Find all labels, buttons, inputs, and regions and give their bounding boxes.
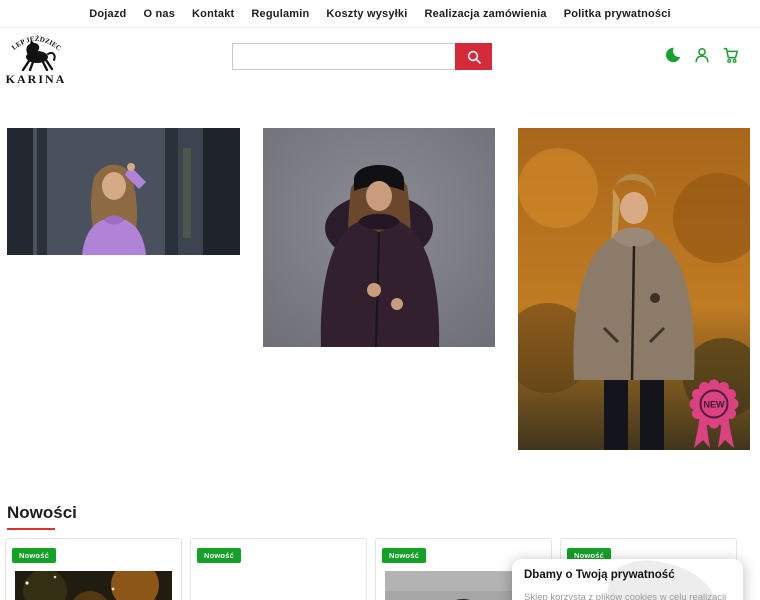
nav-item-koszty-wysylki[interactable]: Koszty wysyłki xyxy=(326,8,407,20)
svg-text:NEW: NEW xyxy=(704,400,726,410)
cookie-notice: Dbamy o Twoją prywatność Sklep korzysta … xyxy=(512,559,743,600)
cart-icon[interactable] xyxy=(722,46,740,64)
header-actions xyxy=(664,46,740,64)
nav-item-dojazd[interactable]: Dojazd xyxy=(89,8,126,20)
new-product-badge: Nowość xyxy=(12,548,56,563)
brand-name: KARINA xyxy=(5,72,67,86)
section-title-nowosci: Nowości xyxy=(7,503,77,522)
horse-logo-icon: SKLEP JEŹDZIECKI xyxy=(2,23,63,72)
moon-icon[interactable] xyxy=(664,46,682,64)
top-navigation: Dojazd O nas Kontakt Regulamin Koszty wy… xyxy=(0,0,760,28)
product-card[interactable]: Nowość xyxy=(5,538,182,600)
page: Dojazd O nas Kontakt Regulamin Koszty wy… xyxy=(0,0,760,600)
hero-image-2 xyxy=(263,128,495,347)
hero-banner-puffer-jacket[interactable] xyxy=(263,128,495,347)
nav-item-politka-prywatnosci[interactable]: Politka prywatności xyxy=(564,8,671,20)
nav-item-realizacja-zamowienia[interactable]: Realizacja zamówienia xyxy=(424,8,546,20)
search-icon xyxy=(467,50,481,64)
shop-logo[interactable]: SKLEP JEŹDZIECKI KARINA xyxy=(2,23,68,87)
hero-banner-lilac-hoodie[interactable] xyxy=(7,128,240,255)
section-title-underline xyxy=(7,528,55,530)
cookie-title: Dbamy o Twoją prywatność xyxy=(524,569,675,581)
nav-item-o-nas[interactable]: O nas xyxy=(143,8,175,20)
user-icon[interactable] xyxy=(693,46,711,64)
search-button[interactable] xyxy=(455,43,492,70)
hero-image-3: NEW xyxy=(518,128,750,450)
search-input[interactable] xyxy=(232,43,455,70)
search-bar xyxy=(232,43,492,70)
hero-image-1 xyxy=(7,128,240,255)
product-image xyxy=(15,571,172,600)
new-product-badge: Nowość xyxy=(382,548,426,563)
product-card[interactable]: Nowość xyxy=(190,538,367,600)
nav-item-kontakt[interactable]: Kontakt xyxy=(192,8,234,20)
new-product-badge: Nowość xyxy=(197,548,241,563)
hero-banner-teddy-fleece[interactable]: NEW xyxy=(518,128,750,450)
cookie-body: Sklep korzysta z plików cookies w celu r… xyxy=(524,592,727,600)
nav-item-regulamin[interactable]: Regulamin xyxy=(251,8,309,20)
